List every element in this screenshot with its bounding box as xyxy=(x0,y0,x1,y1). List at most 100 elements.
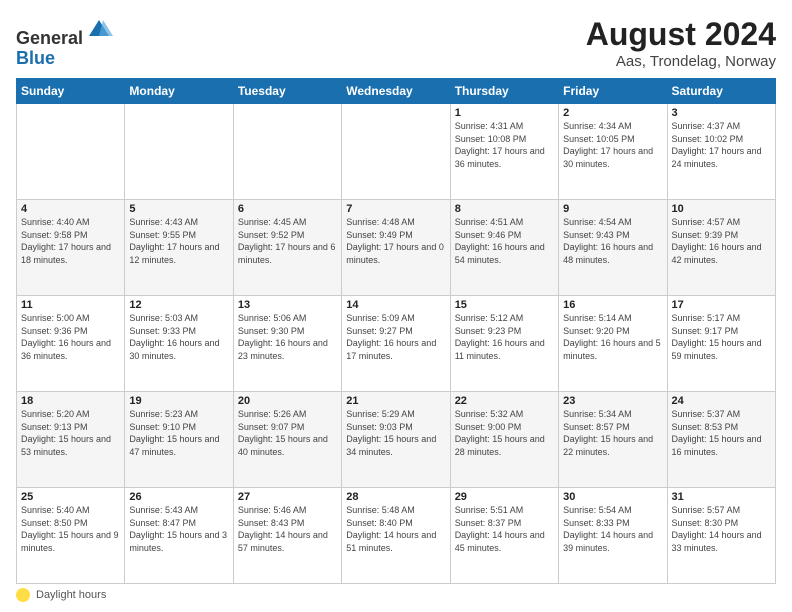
cell-content: Sunrise: 5:20 AM Sunset: 9:13 PM Dayligh… xyxy=(21,408,120,458)
sun-icon xyxy=(16,588,30,602)
calendar-table: Sunday Monday Tuesday Wednesday Thursday… xyxy=(16,78,776,584)
day-number: 9 xyxy=(563,203,662,215)
table-cell: 16Sunrise: 5:14 AM Sunset: 9:20 PM Dayli… xyxy=(559,296,667,392)
cell-content: Sunrise: 5:57 AM Sunset: 8:30 PM Dayligh… xyxy=(672,504,771,554)
cell-content: Sunrise: 5:00 AM Sunset: 9:36 PM Dayligh… xyxy=(21,312,120,362)
cell-content: Sunrise: 5:40 AM Sunset: 8:50 PM Dayligh… xyxy=(21,504,120,554)
cell-content: Sunrise: 4:45 AM Sunset: 9:52 PM Dayligh… xyxy=(238,216,337,266)
page: General Blue August 2024 Aas, Trondelag,… xyxy=(0,0,792,612)
cell-content: Sunrise: 5:37 AM Sunset: 8:53 PM Dayligh… xyxy=(672,408,771,458)
table-cell: 12Sunrise: 5:03 AM Sunset: 9:33 PM Dayli… xyxy=(125,296,233,392)
day-number: 30 xyxy=(563,491,662,503)
footer-label: Daylight hours xyxy=(36,589,106,601)
cell-content: Sunrise: 5:23 AM Sunset: 9:10 PM Dayligh… xyxy=(129,408,228,458)
header-saturday: Saturday xyxy=(667,79,775,104)
table-cell: 20Sunrise: 5:26 AM Sunset: 9:07 PM Dayli… xyxy=(233,392,341,488)
table-cell: 21Sunrise: 5:29 AM Sunset: 9:03 PM Dayli… xyxy=(342,392,450,488)
day-number: 1 xyxy=(455,107,554,119)
day-number: 23 xyxy=(563,395,662,407)
logo-icon xyxy=(85,16,113,44)
header-friday: Friday xyxy=(559,79,667,104)
day-number: 18 xyxy=(21,395,120,407)
day-number: 14 xyxy=(346,299,445,311)
table-cell: 23Sunrise: 5:34 AM Sunset: 8:57 PM Dayli… xyxy=(559,392,667,488)
table-cell: 25Sunrise: 5:40 AM Sunset: 8:50 PM Dayli… xyxy=(17,488,125,584)
cell-content: Sunrise: 5:14 AM Sunset: 9:20 PM Dayligh… xyxy=(563,312,662,362)
cell-content: Sunrise: 5:48 AM Sunset: 8:40 PM Dayligh… xyxy=(346,504,445,554)
cell-content: Sunrise: 5:26 AM Sunset: 9:07 PM Dayligh… xyxy=(238,408,337,458)
logo: General Blue xyxy=(16,16,113,69)
table-cell: 11Sunrise: 5:00 AM Sunset: 9:36 PM Dayli… xyxy=(17,296,125,392)
day-number: 10 xyxy=(672,203,771,215)
table-cell: 27Sunrise: 5:46 AM Sunset: 8:43 PM Dayli… xyxy=(233,488,341,584)
cell-content: Sunrise: 4:40 AM Sunset: 9:58 PM Dayligh… xyxy=(21,216,120,266)
table-cell: 10Sunrise: 4:57 AM Sunset: 9:39 PM Dayli… xyxy=(667,200,775,296)
table-cell xyxy=(342,104,450,200)
day-number: 29 xyxy=(455,491,554,503)
table-cell: 15Sunrise: 5:12 AM Sunset: 9:23 PM Dayli… xyxy=(450,296,558,392)
header-sunday: Sunday xyxy=(17,79,125,104)
day-number: 20 xyxy=(238,395,337,407)
day-number: 28 xyxy=(346,491,445,503)
day-number: 11 xyxy=(21,299,120,311)
table-cell: 26Sunrise: 5:43 AM Sunset: 8:47 PM Dayli… xyxy=(125,488,233,584)
table-cell: 3Sunrise: 4:37 AM Sunset: 10:02 PM Dayli… xyxy=(667,104,775,200)
header-tuesday: Tuesday xyxy=(233,79,341,104)
table-cell: 8Sunrise: 4:51 AM Sunset: 9:46 PM Daylig… xyxy=(450,200,558,296)
calendar-week-3: 11Sunrise: 5:00 AM Sunset: 9:36 PM Dayli… xyxy=(17,296,776,392)
day-number: 3 xyxy=(672,107,771,119)
table-cell: 2Sunrise: 4:34 AM Sunset: 10:05 PM Dayli… xyxy=(559,104,667,200)
table-cell: 13Sunrise: 5:06 AM Sunset: 9:30 PM Dayli… xyxy=(233,296,341,392)
page-title: August 2024 xyxy=(586,16,776,53)
day-number: 21 xyxy=(346,395,445,407)
day-number: 17 xyxy=(672,299,771,311)
table-cell xyxy=(125,104,233,200)
day-number: 4 xyxy=(21,203,120,215)
day-number: 31 xyxy=(672,491,771,503)
cell-content: Sunrise: 4:37 AM Sunset: 10:02 PM Daylig… xyxy=(672,120,771,170)
cell-content: Sunrise: 5:32 AM Sunset: 9:00 PM Dayligh… xyxy=(455,408,554,458)
cell-content: Sunrise: 4:43 AM Sunset: 9:55 PM Dayligh… xyxy=(129,216,228,266)
day-number: 27 xyxy=(238,491,337,503)
cell-content: Sunrise: 4:54 AM Sunset: 9:43 PM Dayligh… xyxy=(563,216,662,266)
table-cell: 5Sunrise: 4:43 AM Sunset: 9:55 PM Daylig… xyxy=(125,200,233,296)
day-number: 22 xyxy=(455,395,554,407)
cell-content: Sunrise: 4:34 AM Sunset: 10:05 PM Daylig… xyxy=(563,120,662,170)
table-cell: 28Sunrise: 5:48 AM Sunset: 8:40 PM Dayli… xyxy=(342,488,450,584)
day-number: 12 xyxy=(129,299,228,311)
table-cell: 6Sunrise: 4:45 AM Sunset: 9:52 PM Daylig… xyxy=(233,200,341,296)
logo-general: General xyxy=(16,28,83,48)
header-thursday: Thursday xyxy=(450,79,558,104)
cell-content: Sunrise: 4:51 AM Sunset: 9:46 PM Dayligh… xyxy=(455,216,554,266)
footer: Daylight hours xyxy=(16,588,776,602)
day-number: 8 xyxy=(455,203,554,215)
logo-blue: Blue xyxy=(16,48,55,68)
day-number: 13 xyxy=(238,299,337,311)
cell-content: Sunrise: 5:46 AM Sunset: 8:43 PM Dayligh… xyxy=(238,504,337,554)
cell-content: Sunrise: 4:48 AM Sunset: 9:49 PM Dayligh… xyxy=(346,216,445,266)
cell-content: Sunrise: 5:17 AM Sunset: 9:17 PM Dayligh… xyxy=(672,312,771,362)
cell-content: Sunrise: 5:54 AM Sunset: 8:33 PM Dayligh… xyxy=(563,504,662,554)
day-number: 15 xyxy=(455,299,554,311)
table-cell: 14Sunrise: 5:09 AM Sunset: 9:27 PM Dayli… xyxy=(342,296,450,392)
calendar-week-4: 18Sunrise: 5:20 AM Sunset: 9:13 PM Dayli… xyxy=(17,392,776,488)
day-number: 7 xyxy=(346,203,445,215)
calendar-week-2: 4Sunrise: 4:40 AM Sunset: 9:58 PM Daylig… xyxy=(17,200,776,296)
cell-content: Sunrise: 5:03 AM Sunset: 9:33 PM Dayligh… xyxy=(129,312,228,362)
day-number: 25 xyxy=(21,491,120,503)
table-cell: 7Sunrise: 4:48 AM Sunset: 9:49 PM Daylig… xyxy=(342,200,450,296)
table-cell: 22Sunrise: 5:32 AM Sunset: 9:00 PM Dayli… xyxy=(450,392,558,488)
table-cell: 9Sunrise: 4:54 AM Sunset: 9:43 PM Daylig… xyxy=(559,200,667,296)
cell-content: Sunrise: 5:51 AM Sunset: 8:37 PM Dayligh… xyxy=(455,504,554,554)
cell-content: Sunrise: 5:43 AM Sunset: 8:47 PM Dayligh… xyxy=(129,504,228,554)
table-cell: 4Sunrise: 4:40 AM Sunset: 9:58 PM Daylig… xyxy=(17,200,125,296)
day-number: 6 xyxy=(238,203,337,215)
header-wednesday: Wednesday xyxy=(342,79,450,104)
day-number: 5 xyxy=(129,203,228,215)
cell-content: Sunrise: 5:29 AM Sunset: 9:03 PM Dayligh… xyxy=(346,408,445,458)
title-block: August 2024 Aas, Trondelag, Norway xyxy=(586,16,776,70)
table-cell: 1Sunrise: 4:31 AM Sunset: 10:08 PM Dayli… xyxy=(450,104,558,200)
day-number: 16 xyxy=(563,299,662,311)
calendar-header-row: Sunday Monday Tuesday Wednesday Thursday… xyxy=(17,79,776,104)
day-number: 2 xyxy=(563,107,662,119)
